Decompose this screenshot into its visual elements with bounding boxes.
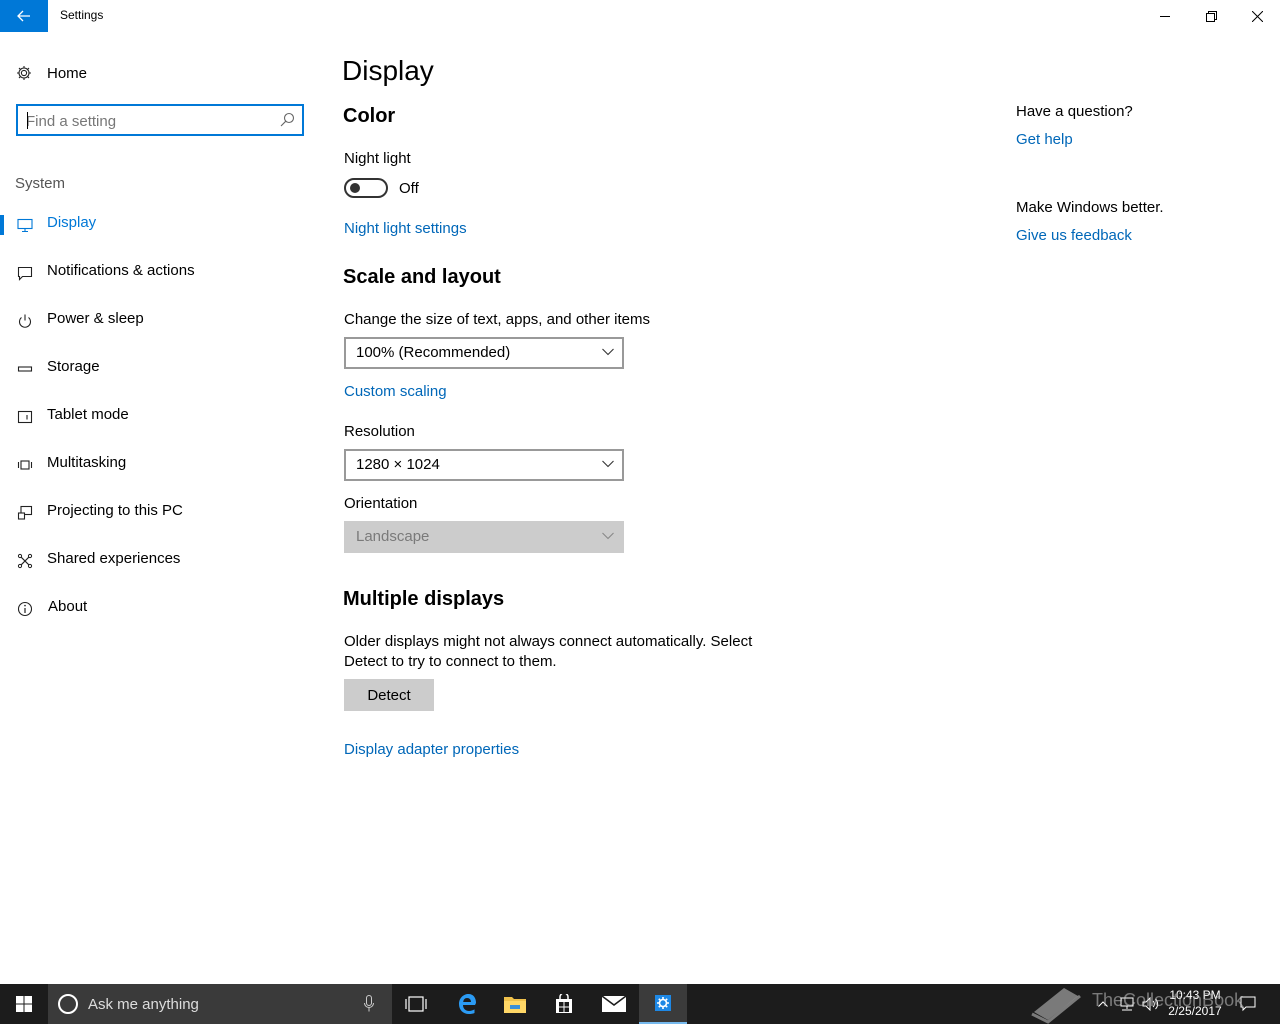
night-light-label: Night light	[344, 150, 411, 167]
power-icon	[16, 312, 33, 329]
sidebar-item-storage[interactable]: Storage	[0, 348, 320, 388]
task-view-icon	[405, 996, 427, 1012]
sidebar-item-label: Shared experiences	[47, 550, 181, 567]
display-adapter-properties-link[interactable]: Display adapter properties	[344, 741, 519, 758]
orientation-value: Landscape	[356, 528, 430, 545]
restore-icon	[1205, 10, 1217, 22]
resolution-value: 1280 × 1024	[356, 456, 440, 473]
detect-button[interactable]: Detect	[344, 679, 434, 711]
sidebar-item-power[interactable]: Power & sleep	[0, 300, 320, 340]
sidebar-item-multitasking[interactable]: Multitasking	[0, 444, 320, 484]
give-feedback-link[interactable]: Give us feedback	[1016, 227, 1132, 244]
chevron-down-icon	[602, 532, 614, 540]
sidebar-item-display[interactable]: Display	[0, 204, 320, 244]
chevron-down-icon	[602, 348, 614, 356]
page-title: Display	[342, 55, 434, 86]
shared-icon	[16, 552, 33, 569]
multiple-displays-description-line1: Older displays might not always connect …	[344, 633, 753, 650]
restore-button[interactable]	[1188, 0, 1234, 32]
sidebar-item-label: Multitasking	[47, 454, 127, 471]
scale-value: 100% (Recommended)	[356, 344, 511, 361]
projecting-icon	[16, 504, 33, 521]
help-question: Have a question?	[1016, 103, 1133, 120]
search-input[interactable]	[26, 111, 266, 131]
folder-icon	[504, 997, 526, 1013]
orientation-dropdown: Landscape	[344, 521, 624, 553]
multiple-displays-description-line2: Detect to try to connect to them.	[344, 653, 557, 670]
sidebar-item-notifications[interactable]: Notifications & actions	[0, 252, 320, 292]
night-light-toggle[interactable]	[344, 178, 388, 198]
tablet-icon	[16, 408, 33, 425]
cortana-search-box[interactable]: Ask me anything	[48, 984, 392, 1024]
multiple-displays-heading: Multiple displays	[343, 588, 505, 610]
minimize-icon	[1159, 15, 1170, 17]
edge-icon	[459, 994, 476, 1014]
microphone-icon[interactable]	[364, 995, 374, 1012]
minimize-button[interactable]	[1142, 0, 1188, 32]
sidebar-item-label: Display	[47, 214, 97, 231]
message-icon	[16, 264, 33, 281]
scale-heading: Scale and layout	[343, 266, 501, 288]
sidebar-item-label: Power & sleep	[47, 310, 144, 327]
monitor-icon	[16, 216, 33, 233]
window-title: Settings	[60, 8, 104, 22]
back-arrow-icon	[17, 10, 30, 22]
sidebar-item-label: About	[48, 598, 88, 615]
start-button[interactable]	[0, 984, 48, 1024]
scale-dropdown[interactable]: 100% (Recommended)	[344, 337, 624, 369]
get-help-link[interactable]: Get help	[1016, 131, 1073, 148]
text-caret	[27, 112, 28, 129]
search-icon[interactable]	[280, 112, 295, 127]
task-view-button[interactable]	[392, 984, 440, 1024]
mail-icon	[602, 996, 626, 1012]
size-label: Change the size of text, apps, and other…	[344, 311, 651, 328]
search-box[interactable]	[16, 104, 304, 136]
close-button[interactable]	[1234, 0, 1280, 32]
info-icon	[16, 600, 33, 617]
chevron-down-icon	[602, 460, 614, 468]
multitasking-icon	[16, 456, 33, 473]
back-button[interactable]	[0, 0, 48, 32]
gear-icon	[17, 66, 31, 80]
color-heading: Color	[343, 105, 396, 127]
cortana-placeholder: Ask me anything	[88, 996, 199, 1013]
sidebar-item-label: Tablet mode	[47, 406, 129, 423]
sidebar-item-tablet-mode[interactable]: Tablet mode	[0, 396, 320, 436]
mail-button[interactable]	[590, 984, 638, 1024]
resolution-label: Resolution	[344, 423, 415, 440]
edge-button[interactable]	[443, 984, 491, 1024]
home-label: Home	[47, 64, 88, 82]
file-explorer-button[interactable]	[491, 984, 539, 1024]
watermark: TheCollectionBook	[1030, 984, 1260, 1024]
close-icon	[1251, 10, 1263, 22]
cortana-icon	[58, 994, 78, 1014]
watermark-text: TheCollectionBook	[1092, 990, 1244, 1010]
title-bar: Settings	[0, 0, 1280, 32]
sidebar-item-label: Projecting to this PC	[47, 502, 183, 519]
home-link[interactable]: Home	[16, 62, 87, 84]
sidebar-item-about[interactable]: About	[0, 588, 320, 628]
windows-logo-icon	[16, 996, 32, 1012]
section-label-system: System	[15, 175, 66, 192]
feedback-prompt: Make Windows better.	[1016, 199, 1164, 216]
sidebar-item-label: Storage	[47, 358, 100, 375]
orientation-label: Orientation	[344, 495, 418, 512]
active-indicator	[0, 215, 4, 235]
settings-taskbar-button[interactable]	[639, 984, 687, 1024]
store-icon	[556, 994, 572, 1013]
storage-icon	[16, 360, 33, 377]
sidebar-item-shared-experiences[interactable]: Shared experiences	[0, 540, 320, 580]
sidebar-item-projecting[interactable]: Projecting to this PC	[0, 492, 320, 532]
night-light-state: Off	[399, 180, 419, 197]
night-light-settings-link[interactable]: Night light settings	[344, 220, 467, 237]
toggle-knob	[350, 183, 360, 193]
resolution-dropdown[interactable]: 1280 × 1024	[344, 449, 624, 481]
book-logo-icon	[1031, 988, 1081, 1024]
custom-scaling-link[interactable]: Custom scaling	[344, 383, 447, 400]
store-button[interactable]	[540, 984, 588, 1024]
settings-gear-icon	[655, 995, 671, 1011]
sidebar-item-label: Notifications & actions	[47, 262, 195, 279]
